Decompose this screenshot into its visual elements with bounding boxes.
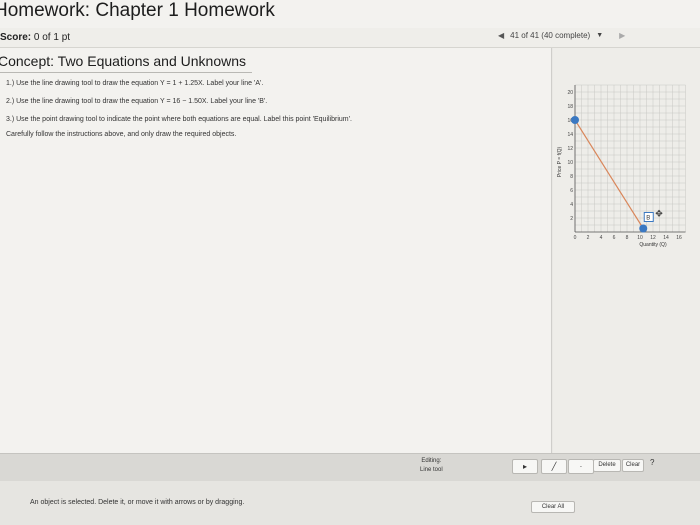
move-cursor-icon: ✥	[655, 209, 663, 219]
x-tick-label: 8	[626, 235, 629, 241]
prev-question-icon[interactable]: ◀	[498, 31, 504, 40]
point-tool-button[interactable]: ·	[568, 459, 594, 474]
instruction-2: 2.) Use the line drawing tool to draw th…	[6, 98, 268, 105]
point-icon: ·	[579, 462, 583, 471]
score: Score: 0 of 1 pt	[0, 32, 70, 43]
y-tick-labels: 2018161412108642	[567, 90, 573, 222]
chevron-down-icon[interactable]: ▼	[596, 32, 603, 39]
y-axis-label: Price P = f(Q)	[557, 147, 563, 178]
score-value: 0 of 1 pt	[33, 32, 71, 43]
score-bar: Score: 0 of 1 pt ◀ 41 of 41 (40 complete…	[0, 28, 700, 48]
line-tool-button[interactable]: ╱	[541, 459, 567, 474]
x-axis-label: Quantity (Q)	[639, 242, 667, 248]
x-tick-label: 2	[587, 235, 590, 241]
y-tick-label: 14	[567, 132, 573, 138]
question-panel	[0, 48, 552, 453]
question-nav: ◀ 41 of 41 (40 complete) ▼ ▶	[498, 31, 625, 40]
question-selector[interactable]: 41 of 41 (40 complete)	[510, 31, 590, 40]
y-tick-label: 10	[567, 160, 573, 166]
y-tick-label: 8	[570, 174, 573, 180]
x-tick-labels: 0 2 4 6 8 10 12 14 16	[574, 235, 682, 241]
y-tick-label: 6	[570, 188, 573, 194]
clear-all-button[interactable]: Clear All	[531, 501, 575, 513]
x-tick-label: 4	[600, 235, 603, 241]
status-message: An object is selected. Delete it, or mov…	[30, 499, 245, 506]
gridlines	[574, 84, 686, 233]
line-label: B	[646, 216, 650, 222]
y-tick-label: 18	[567, 104, 573, 110]
graph-canvas[interactable]: 2018161412108642 0 2 4 6 8 10 12 14 16 B ✥ Price…	[555, 80, 700, 265]
instruction-3: 3.) Use the point drawing tool to indica…	[6, 116, 352, 123]
line-icon: ╱	[551, 462, 557, 471]
x-tick-label: 10	[637, 235, 643, 241]
editing-status: Editing: Line tool	[420, 457, 443, 475]
y-tick-label: 12	[567, 146, 573, 152]
instruction-4: Carefully follow the instructions above,…	[6, 131, 237, 138]
help-icon[interactable]: ?	[650, 458, 654, 467]
x-tick-label: 16	[676, 235, 682, 241]
x-tick-label: 6	[613, 235, 616, 241]
x-tick-label: 14	[663, 235, 669, 241]
line-endpoint-2[interactable]	[639, 224, 648, 233]
delete-button[interactable]: Delete	[593, 459, 621, 472]
next-question-icon[interactable]: ▶	[619, 31, 625, 40]
y-tick-label: 20	[567, 90, 573, 96]
y-tick-label: 4	[570, 202, 573, 208]
x-tick-label: 0	[574, 235, 577, 241]
score-label: Score:	[0, 32, 32, 43]
y-tick-label: 2	[570, 216, 573, 222]
pointer-icon: ▸	[522, 462, 527, 471]
instruction-1: 1.) Use the line drawing tool to draw th…	[6, 80, 264, 87]
clear-button[interactable]: Clear	[622, 459, 644, 472]
x-tick-label: 12	[650, 235, 656, 241]
line-b[interactable]	[574, 119, 644, 229]
current-tool-label: Line tool	[420, 467, 443, 473]
concept-title: Concept: Two Equations and Unknowns	[0, 53, 247, 69]
select-tool-button[interactable]: ▸	[512, 459, 538, 474]
editing-label: Editing:	[421, 458, 442, 464]
line-endpoint-1[interactable]	[571, 116, 579, 124]
page-title: Homework: Chapter 1 Homework	[0, 0, 275, 21]
divider	[0, 72, 252, 73]
